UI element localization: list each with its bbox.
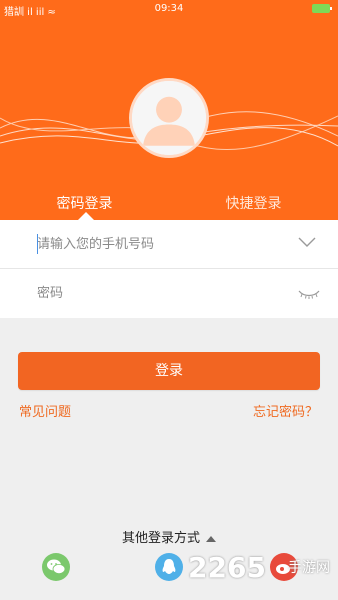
watermark-text: 手游网 (288, 560, 330, 576)
login-form (0, 220, 338, 318)
forgot-password-link[interactable]: 忘记密码？ (253, 401, 318, 420)
faq-link[interactable]: 常见问题 (19, 401, 71, 420)
watermark-number: 2265 (188, 551, 266, 584)
chevron-down-icon[interactable] (298, 236, 316, 248)
text-cursor (37, 234, 38, 254)
user-silhouette-icon (132, 81, 206, 155)
wechat-icon[interactable] (42, 553, 70, 581)
status-time: 09:34 (154, 3, 184, 14)
eye-closed-icon[interactable] (298, 289, 320, 299)
password-input[interactable] (37, 269, 287, 318)
status-bar: 猎訓 il ⅰil ≈ 09:34 (0, 0, 338, 18)
phone-input[interactable] (37, 220, 287, 269)
other-login-toggle[interactable]: 其他登录方式 (0, 527, 338, 546)
tab-quick-login[interactable]: 快捷登录 (169, 188, 338, 220)
avatar[interactable] (129, 78, 209, 158)
caret-up-icon (206, 535, 216, 542)
password-row (0, 269, 338, 318)
battery-icon (312, 4, 332, 13)
active-tab-indicator (78, 212, 94, 220)
qq-icon[interactable] (155, 553, 183, 581)
other-login-label: 其他登录方式 (121, 531, 200, 546)
login-button[interactable]: 登录 (18, 352, 320, 390)
phone-row (0, 220, 338, 269)
login-tabs: 密码登录 快捷登录 (0, 188, 338, 220)
